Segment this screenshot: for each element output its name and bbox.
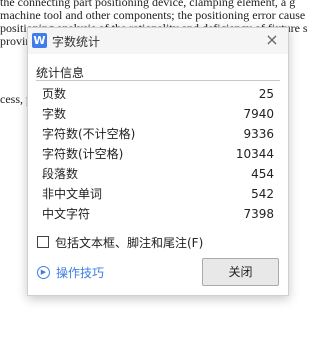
include-textboxes-checkbox[interactable]: [37, 236, 49, 248]
section-divider: [36, 80, 280, 81]
word-count-dialog: W 字数统计 × 统计信息 页数 25 字数 7940 字符数(不计空格) 93…: [27, 27, 289, 296]
stat-value: 7398: [243, 207, 274, 221]
dialog-titlebar[interactable]: W 字数统计 ×: [28, 28, 288, 54]
stat-label: 页数: [42, 87, 67, 101]
section-title: 统计信息: [36, 66, 85, 80]
include-textboxes-option[interactable]: 包括文本框、脚注和尾注(F): [37, 234, 203, 250]
stat-row-chars-with-spaces: 字符数(计空格) 10344: [42, 144, 274, 164]
stats-list: 页数 25 字数 7940 字符数(不计空格) 9336 字符数(计空格) 10…: [42, 84, 274, 224]
stat-label: 段落数: [42, 167, 79, 181]
stat-value: 542: [251, 187, 274, 201]
stat-row-chinese-chars: 中文字符 7398: [42, 204, 274, 224]
stat-label: 字符数(不计空格): [42, 127, 136, 141]
stat-row-pages: 页数 25: [42, 84, 274, 104]
stat-value: 9336: [243, 127, 274, 141]
stat-value: 454: [251, 167, 274, 181]
stat-value: 10344: [235, 147, 274, 161]
wps-writer-icon: W: [32, 33, 47, 48]
close-icon[interactable]: ×: [264, 32, 280, 48]
stat-value: 25: [258, 87, 274, 101]
stat-row-non-chinese-words: 非中文单词 542: [42, 184, 274, 204]
stat-label: 字符数(计空格): [42, 147, 124, 161]
stat-row-paragraphs: 段落数 454: [42, 164, 274, 184]
stat-label: 中文字符: [42, 207, 91, 221]
stat-label: 字数: [42, 107, 67, 121]
dialog-title: 字数统计: [52, 35, 101, 49]
stat-value: 7940: [243, 107, 274, 121]
close-button[interactable]: 关闭: [202, 258, 279, 286]
play-circle-icon: ▶: [37, 266, 50, 279]
tips-label[interactable]: 操作技巧: [56, 264, 104, 281]
include-textboxes-label[interactable]: 包括文本框、脚注和尾注(F): [55, 234, 203, 251]
stat-label: 非中文单词: [42, 187, 103, 201]
stat-row-chars-no-spaces: 字符数(不计空格) 9336: [42, 124, 274, 144]
stat-row-words: 字数 7940: [42, 104, 274, 124]
tips-link[interactable]: ▶ 操作技巧: [37, 264, 104, 281]
